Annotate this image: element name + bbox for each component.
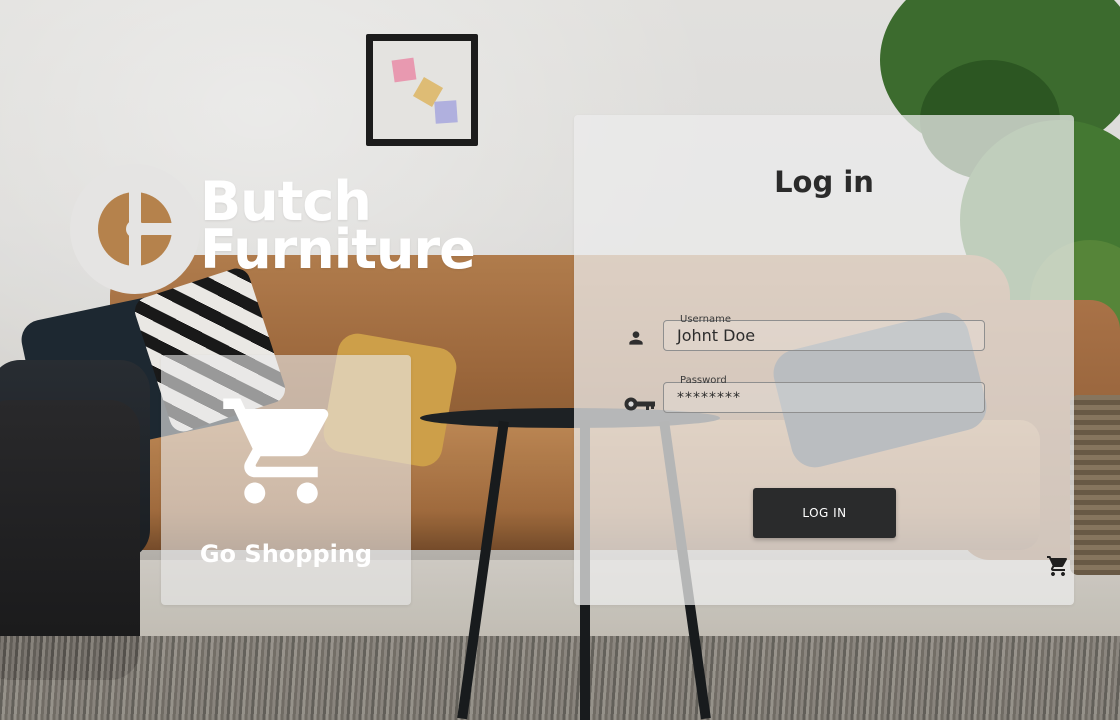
go-shopping-label[interactable]: Go Shopping: [161, 540, 411, 568]
shopping-cart-icon[interactable]: [218, 388, 344, 514]
brand-logo: [70, 164, 200, 294]
login-title: Log in: [774, 165, 874, 199]
shopping-cart-icon[interactable]: [1046, 554, 1070, 578]
username-input[interactable]: Johnt Doe: [677, 326, 755, 345]
circle-cross-logo-icon: [98, 192, 172, 266]
password-label: Password: [680, 375, 727, 386]
brand-name: Butch Furniture: [200, 175, 476, 281]
login-button[interactable]: LOG IN: [753, 488, 896, 538]
brand-name-line2: Furniture: [200, 218, 476, 281]
key-icon: [624, 397, 655, 411]
username-label: Username: [680, 314, 731, 325]
person-icon: [629, 331, 643, 345]
password-input[interactable]: ********: [677, 390, 741, 406]
